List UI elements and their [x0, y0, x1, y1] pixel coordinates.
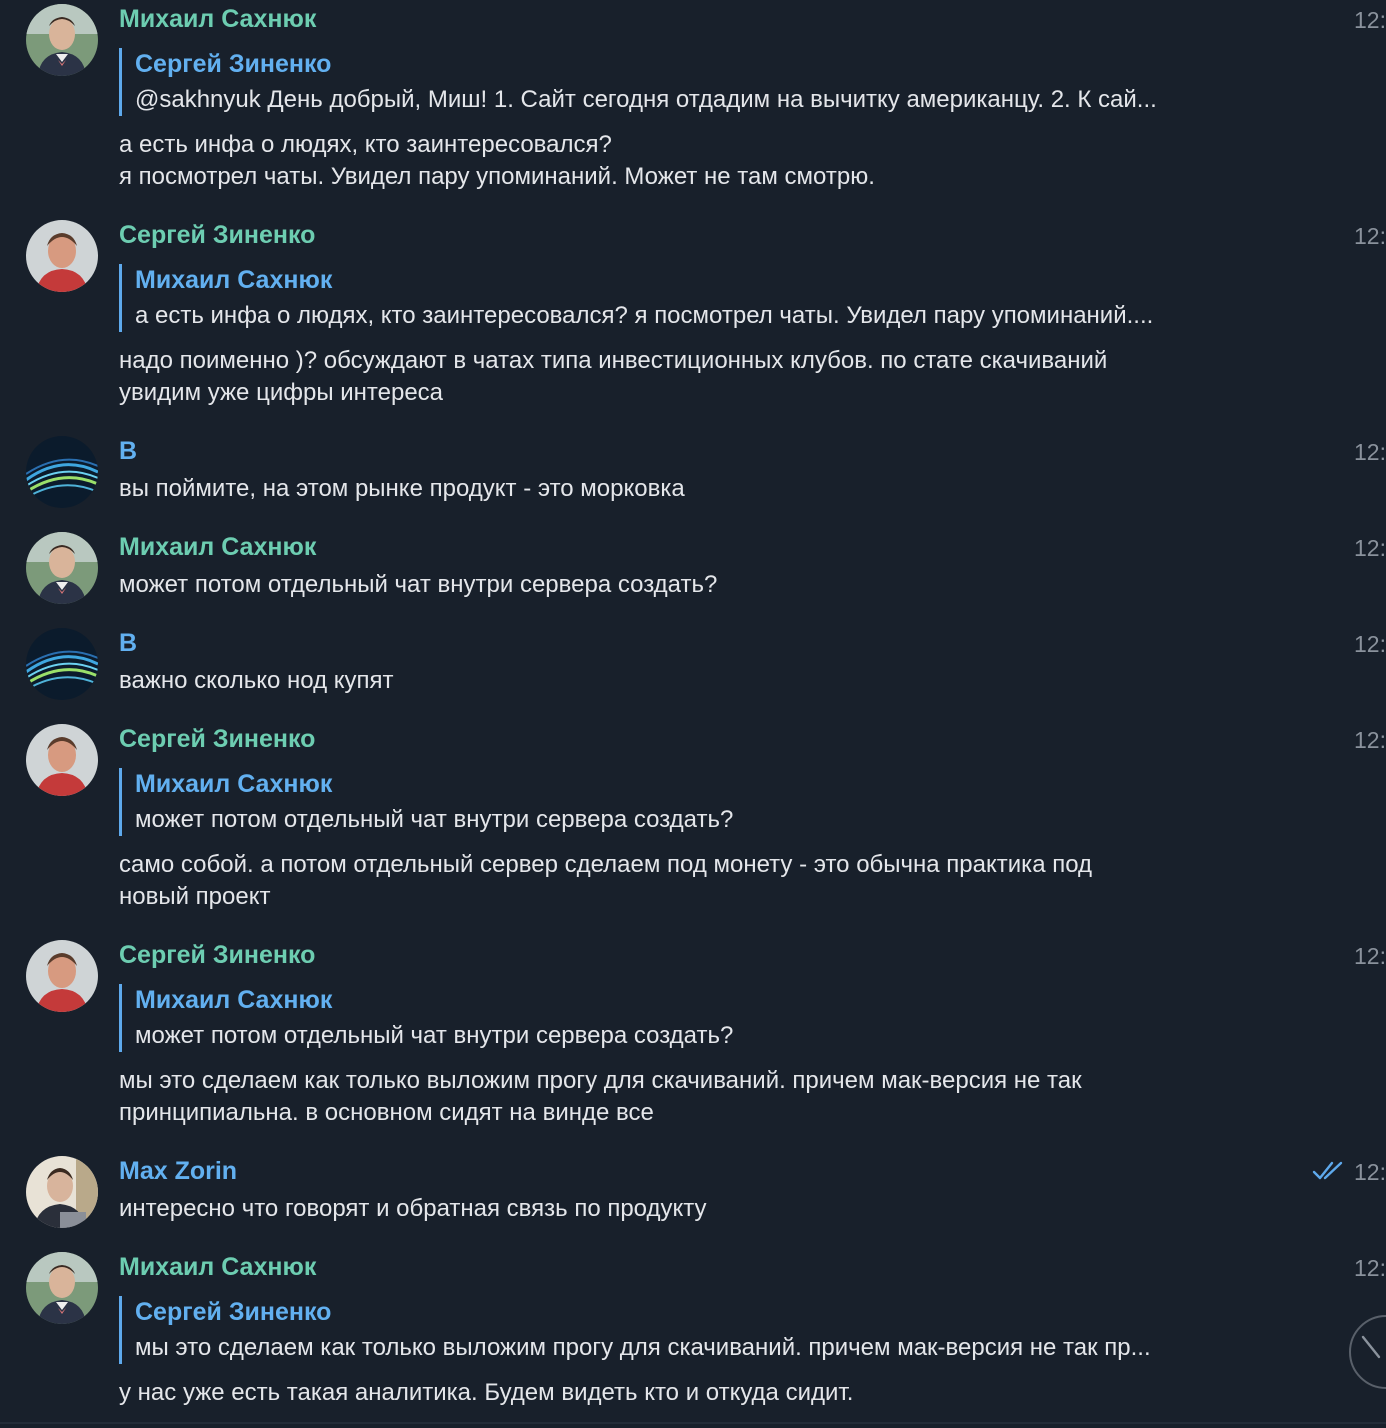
message-author[interactable]: Михаил Сахнюк — [119, 1253, 316, 1282]
message-text: а есть инфа о людях, кто заинтересовался… — [119, 129, 1299, 193]
message-line: принципиальна. в основном сидят на винде… — [119, 1099, 654, 1126]
message-time: 12: — [1354, 223, 1386, 249]
composer-divider — [0, 1422, 1386, 1424]
message-author[interactable]: Max Zorin — [119, 1157, 237, 1186]
reply-text: @sakhnyuk День добрый, Миш! 1. Сайт сего… — [135, 86, 1157, 113]
message-line: я посмотрел чаты. Увидел пару упоминаний… — [119, 163, 875, 190]
message-author[interactable]: Сергей Зиненко — [119, 221, 315, 250]
message-text: само собой. а потом отдельный сервер сде… — [119, 849, 1299, 913]
message-time: 12: — [1354, 535, 1386, 561]
message-text: мы это сделаем как только выложим прогу … — [119, 1065, 1299, 1129]
sergey-avatar[interactable] — [26, 220, 98, 292]
message-text: надо поименно )? обсуждают в чатах типа … — [119, 345, 1299, 409]
message-text: у нас уже есть такая аналитика. Будем ви… — [119, 1377, 1299, 1409]
message-line: вы поймите, на этом рынке продукт - это … — [119, 475, 685, 502]
message-time: 12: — [1354, 1159, 1386, 1185]
message-author[interactable]: Михаил Сахнюк — [119, 533, 316, 562]
message-line: может потом отдельный чат внутри сервера… — [119, 571, 718, 598]
sergey-avatar[interactable] — [26, 940, 98, 1012]
reply-text: а есть инфа о людях, кто заинтересовался… — [135, 302, 1154, 329]
message-line: новый проект — [119, 883, 271, 910]
reply-quote[interactable]: Сергей Зиненко мы это сделаем как только… — [119, 1296, 1315, 1364]
message-line: интересно что говорят и обратная связь п… — [119, 1195, 707, 1222]
message-time: 12: — [1354, 631, 1386, 657]
reply-text: может потом отдельный чат внутри сервера… — [135, 806, 734, 833]
message-time: 12: — [1354, 727, 1386, 753]
scroll-to-bottom-button[interactable] — [1349, 1315, 1386, 1389]
message-line: мы это сделаем как только выложим прогу … — [119, 1067, 1082, 1094]
b-avatar[interactable] — [26, 628, 98, 700]
reply-author: Михаил Сахнюк — [135, 770, 333, 798]
message-author[interactable]: Михаил Сахнюк — [119, 5, 316, 34]
b-avatar[interactable] — [26, 436, 98, 508]
message-text: вы поймите, на этом рынке продукт - это … — [119, 473, 1299, 505]
message-line: у нас уже есть такая аналитика. Будем ви… — [119, 1379, 854, 1406]
message-author[interactable]: B — [119, 629, 137, 658]
message-line: само собой. а потом отдельный сервер сде… — [119, 851, 1093, 878]
message-text: важно сколько нод купят — [119, 665, 1299, 697]
message-time: 12: — [1354, 439, 1386, 465]
message-author[interactable]: B — [119, 437, 137, 466]
reply-quote[interactable]: Михаил Сахнюк а есть инфа о людях, кто з… — [119, 264, 1315, 332]
reply-quote[interactable]: Михаил Сахнюк может потом отдельный чат … — [119, 768, 1315, 836]
mikhail-avatar[interactable] — [26, 1252, 98, 1324]
reply-quote[interactable]: Михаил Сахнюк может потом отдельный чат … — [119, 984, 1315, 1052]
message-line: надо поименно )? обсуждают в чатах типа … — [119, 347, 1108, 374]
message-author[interactable]: Сергей Зиненко — [119, 725, 315, 754]
reply-author: Михаил Сахнюк — [135, 986, 333, 1014]
sergey-avatar[interactable] — [26, 724, 98, 796]
message-time: 12: — [1354, 7, 1386, 33]
message-author[interactable]: Сергей Зиненко — [119, 941, 315, 970]
reply-text: может потом отдельный чат внутри сервера… — [135, 1022, 734, 1049]
message-line: увидим уже цифры интереса — [119, 379, 444, 406]
mikhail-avatar[interactable] — [26, 4, 98, 76]
mikhail-avatar[interactable] — [26, 532, 98, 604]
message-text: может потом отдельный чат внутри сервера… — [119, 569, 1299, 601]
reply-author: Михаил Сахнюк — [135, 266, 333, 294]
reply-text: мы это сделаем как только выложим прогу … — [135, 1334, 1151, 1361]
message-time: 12: — [1354, 943, 1386, 969]
message-line: важно сколько нод купят — [119, 667, 394, 694]
reply-quote[interactable]: Сергей Зиненко @sakhnyuk День добрый, Ми… — [119, 48, 1315, 116]
message-text: интересно что говорят и обратная связь п… — [119, 1193, 1299, 1225]
reply-author: Сергей Зиненко — [135, 50, 332, 78]
chevron-down-icon — [1361, 1335, 1381, 1359]
message-line: а есть инфа о людях, кто заинтересовался… — [119, 131, 612, 158]
max-avatar[interactable] — [26, 1156, 98, 1228]
message-time: 12: — [1354, 1255, 1386, 1281]
read-check-icon — [1312, 1160, 1344, 1187]
reply-author: Сергей Зиненко — [135, 1298, 332, 1326]
